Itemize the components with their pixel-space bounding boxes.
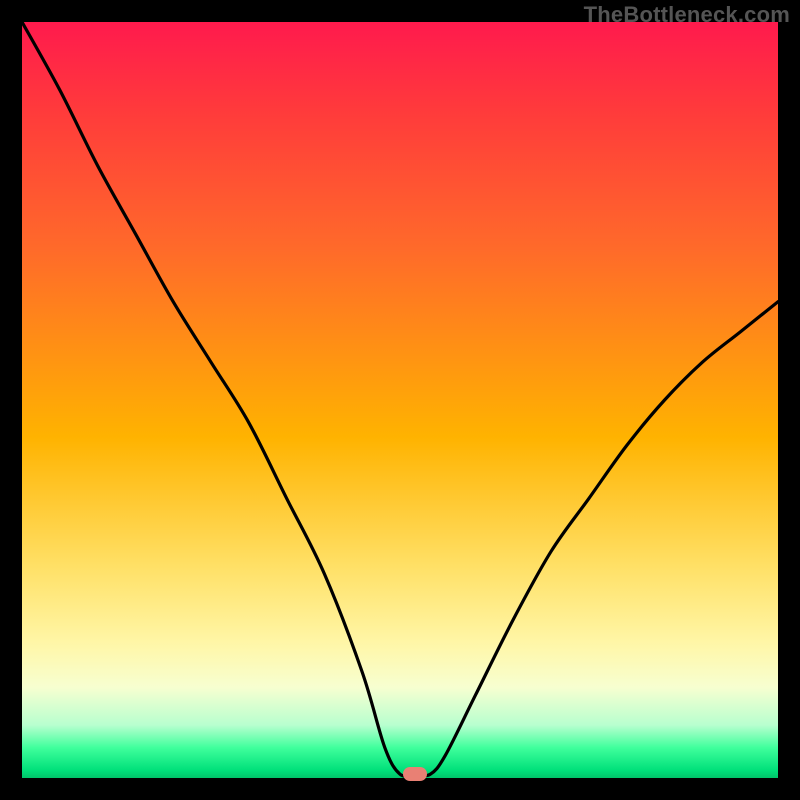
bottleneck-curve	[22, 22, 778, 778]
watermark-text: TheBottleneck.com	[584, 2, 790, 28]
chart-frame: TheBottleneck.com	[0, 0, 800, 800]
chart-plot-area	[22, 22, 778, 778]
optimal-marker	[403, 767, 427, 781]
